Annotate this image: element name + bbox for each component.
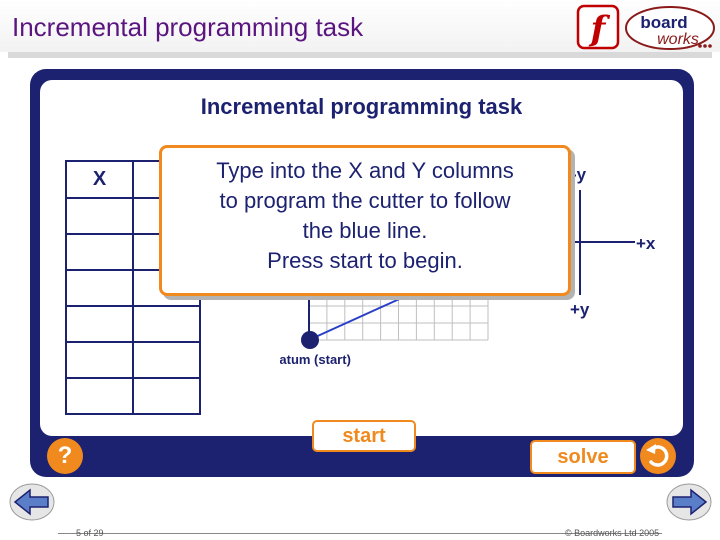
x-input[interactable] xyxy=(67,236,131,268)
instruction-dialog[interactable]: Type into the X and Y columns to program… xyxy=(159,145,571,296)
help-button[interactable]: ? xyxy=(47,438,83,474)
x-input[interactable] xyxy=(67,380,131,412)
x-input[interactable] xyxy=(67,272,131,304)
page-counter: 5 of 29 xyxy=(76,528,104,538)
axis-label-minus-y: -y xyxy=(571,165,587,184)
datum-label: Datum (start) xyxy=(280,352,351,367)
y-input[interactable] xyxy=(134,380,198,412)
table-row xyxy=(65,305,201,343)
x-cell[interactable] xyxy=(65,233,134,271)
y-cell[interactable] xyxy=(132,341,201,379)
brand-line1: board xyxy=(640,13,687,32)
flash-logo-icon: f xyxy=(576,4,620,50)
x-input[interactable] xyxy=(67,344,131,376)
x-cell[interactable] xyxy=(65,377,134,415)
previous-slide-button[interactable] xyxy=(8,482,56,522)
y-input[interactable] xyxy=(134,344,198,376)
x-cell[interactable] xyxy=(65,341,134,379)
header-divider xyxy=(8,52,712,58)
datum-point xyxy=(301,331,319,349)
axis-label-plus-x: +x xyxy=(636,234,656,253)
next-slide-button[interactable] xyxy=(665,482,713,522)
instruction-line: to program the cutter to follow xyxy=(219,188,511,213)
solve-button[interactable]: solve xyxy=(530,440,636,474)
x-input[interactable] xyxy=(67,200,131,232)
x-cell[interactable] xyxy=(65,269,134,307)
page-title: Incremental programming task xyxy=(12,12,364,42)
undo-arrow-icon xyxy=(646,444,669,467)
col-x-header: X xyxy=(65,160,134,199)
copyright-notice: © Boardworks Ltd 2005 xyxy=(565,528,660,538)
task-title: Incremental programming task xyxy=(200,94,523,119)
y-cell[interactable] xyxy=(132,377,201,415)
x-cell[interactable] xyxy=(65,197,134,235)
x-input[interactable] xyxy=(67,308,131,340)
table-row xyxy=(65,341,201,379)
start-button[interactable]: start xyxy=(312,420,416,452)
brand-line2: works xyxy=(657,31,699,48)
axis-label-plus-y: +y xyxy=(570,300,590,319)
y-input[interactable] xyxy=(134,308,198,340)
reset-button[interactable] xyxy=(640,438,676,474)
instruction-line: the blue line. xyxy=(302,218,428,243)
table-row xyxy=(65,377,201,415)
instruction-line: Type into the X and Y columns xyxy=(216,158,514,183)
y-cell[interactable] xyxy=(132,305,201,343)
instruction-line: Press start to begin. xyxy=(267,248,463,273)
boardworks-logo: board works xyxy=(625,6,715,50)
x-cell[interactable] xyxy=(65,305,134,343)
